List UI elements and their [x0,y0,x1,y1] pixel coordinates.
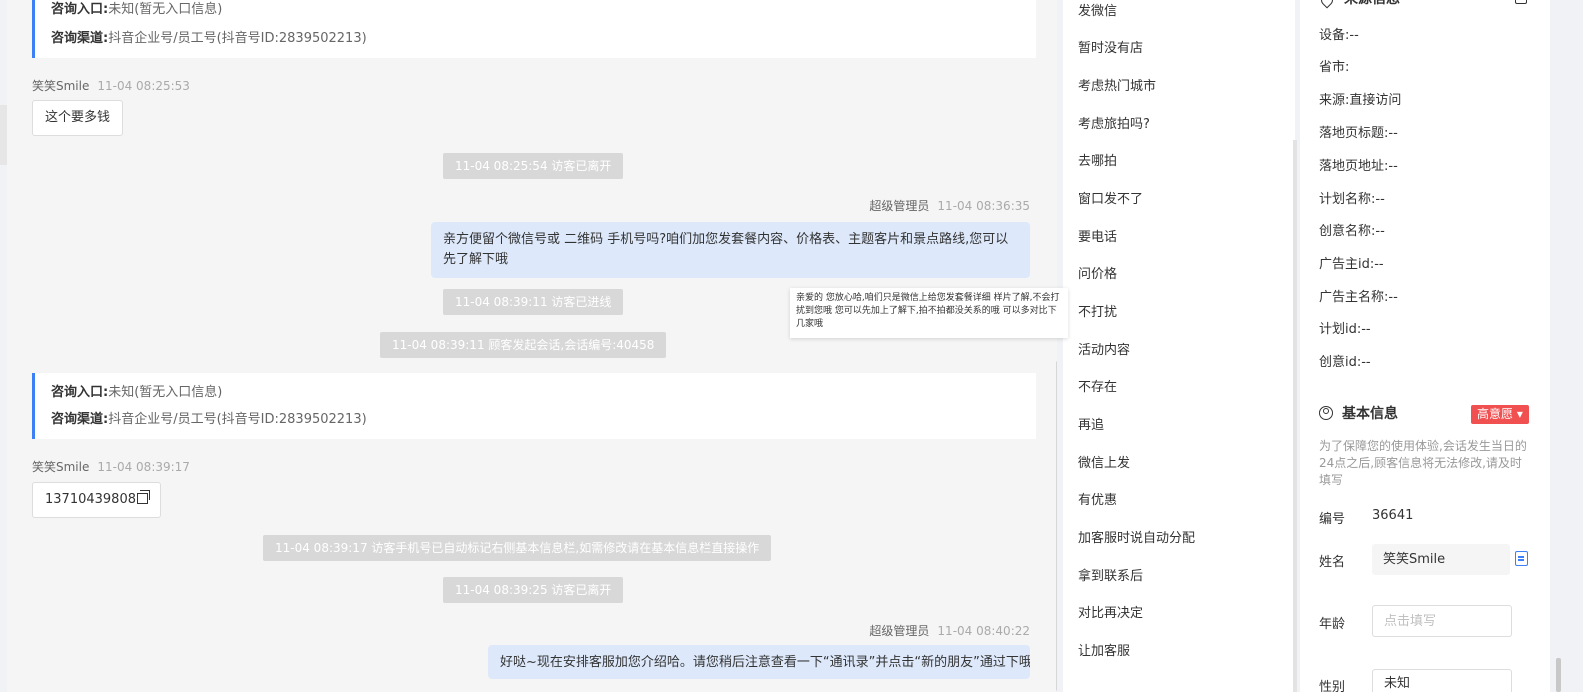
document-icon[interactable] [1515,551,1528,566]
source-info-row: 计划名称:-- [1319,192,1385,207]
entry-row: 咨询入口:未知(暂无入口信息) [51,2,223,17]
source-info-title: 来源信息 [1344,0,1400,9]
visitor-message[interactable]: 这个要多钱 [32,100,124,136]
entry-row: 咨询入口:未知(暂无入口信息) [51,385,223,400]
quick-reply-item[interactable]: 窗口发不了 [1078,190,1143,210]
source-info-row: 来源:直接访问 [1319,93,1402,108]
quick-reply-item[interactable]: 再追 [1078,416,1104,436]
name-label: 姓名 [1319,555,1346,570]
quick-reply-item[interactable]: 考虑热门城市 [1078,77,1156,97]
quick-reply-item[interactable]: 让加客服 [1078,642,1130,662]
channel-row: 咨询渠道:抖音企业号/员工号(抖音号ID:2839502213) [51,412,367,427]
gender-select[interactable]: 未知 [1372,669,1512,692]
quick-reply-item[interactable]: 有优惠 [1078,491,1117,511]
system-notice: 11-04 08:39:11 顾客发起会话,会话编号:40458 [380,332,667,358]
quick-reply-item[interactable]: 要电话 [1078,228,1117,248]
source-info-row: 落地页地址:-- [1319,159,1398,174]
age-input[interactable] [1372,605,1512,637]
system-notice: 11-04 08:39:11 访客已进线 [443,289,624,315]
right-edge [1550,0,1583,692]
quick-reply-item[interactable]: 发微信 [1078,2,1117,22]
quick-reply-item[interactable]: 微信上发 [1078,454,1130,474]
quick-reply-item[interactable]: 考虑旅拍吗? [1078,115,1150,135]
id-value: 36641 [1372,508,1414,523]
intent-badge[interactable]: 高意愿 ▾ [1471,405,1529,424]
chat-panel: 咨询入口:未知(暂无入口信息) 咨询渠道:抖音企业号/员工号(抖音号ID:283… [7,0,1057,692]
copy-icon[interactable] [136,490,150,504]
agent-message[interactable]: 亲方便留个微信号或 二维码 手机号吗?咱们加您发套餐内容、价格表、主题客片和景点… [431,222,1030,278]
source-info-row: 计划id:-- [1319,322,1371,337]
quick-reply-item[interactable]: 问价格 [1078,265,1117,285]
age-label: 年龄 [1319,617,1346,632]
quick-reply-tooltip: 亲爱的 您放心哈,咱们只是微信上给您发套餐详细 样片了解,不会打扰到您哦 您可以… [790,288,1068,338]
source-info-row: 广告主id:-- [1319,257,1384,272]
inquiry-info-card: 咨询入口:未知(暂无入口信息) 咨询渠道:抖音企业号/员工号(抖音号ID:283… [32,0,1036,58]
id-label: 编号 [1319,512,1346,527]
quick-reply-item[interactable]: 加客服时说自动分配 [1078,529,1195,549]
visitor-message[interactable]: 13710439808 [32,482,161,518]
basic-info-title: 基本信息 [1319,404,1398,424]
quick-reply-item[interactable]: 不存在 [1078,378,1117,398]
quick-reply-item[interactable]: 拿到联系后 [1078,567,1143,587]
edit-icon[interactable] [1515,0,1527,4]
inquiry-info-card: 咨询入口:未知(暂无入口信息) 咨询渠道:抖音企业号/员工号(抖音号ID:283… [32,373,1036,439]
source-info-row: 设备:-- [1319,28,1359,43]
source-info-row: 落地页标题:-- [1319,126,1398,141]
source-info-row: 创意id:-- [1319,355,1371,370]
quick-reply-item[interactable]: 对比再决定 [1078,604,1143,624]
system-notice: 11-04 08:25:54 访客已离开 [443,153,624,179]
source-info-row: 省市: [1319,60,1350,75]
agent-message[interactable]: 好哒~现在安排客服加您介绍哈。请您稍后注意查看一下“通讯录”并点击“新的朋友”通… [488,645,1030,679]
customer-info-panel: 来源信息 设备:-- 省市: 来源:直接访问 落地页标题:-- 落地页地址:--… [1300,0,1550,692]
quick-reply-item[interactable]: 暂时没有店 [1078,39,1143,59]
left-edge-strip [0,105,7,165]
gender-label: 性别 [1319,680,1346,692]
user-icon [1319,406,1333,420]
message-sender: 笑笑Smile 11-04 08:25:53 [32,79,190,93]
channel-row: 咨询渠道:抖音企业号/员工号(抖音号ID:2839502213) [51,31,367,46]
name-field[interactable]: 笑笑Smile [1372,544,1510,575]
message-sender: 笑笑Smile 11-04 08:39:17 [32,460,190,474]
system-notice: 11-04 08:39:25 访客已离开 [443,577,624,603]
source-info-row: 创意名称:-- [1319,224,1385,239]
system-notice: 11-04 08:39:17 访客手机号已自动标记右侧基本信息栏,如需修改请在基… [263,535,772,561]
page-scrollbar[interactable] [1556,658,1561,692]
message-sender: 超级管理员 11-04 08:36:35 [869,199,1030,213]
app-root: 咨询入口:未知(暂无入口信息) 咨询渠道:抖音企业号/员工号(抖音号ID:283… [0,0,1583,692]
edit-hint: 为了保障您的使用体验,会话发生当日的24点之后,顾客信息将无法修改,请及时填写 [1319,439,1527,487]
quick-reply-item[interactable]: 活动内容 [1078,341,1130,361]
quick-reply-list: 发微信 暂时没有店 考虑热门城市 考虑旅拍吗? 去哪拍 窗口发不了 要电话 问价… [1063,0,1295,692]
message-sender: 超级管理员 11-04 08:40:22 [869,624,1030,638]
quick-reply-item[interactable]: 不打扰 [1078,303,1117,323]
quick-reply-item[interactable]: 去哪拍 [1078,152,1117,172]
source-info-row: 广告主名称:-- [1319,290,1398,305]
chat-scrollbar[interactable] [1056,360,1057,692]
